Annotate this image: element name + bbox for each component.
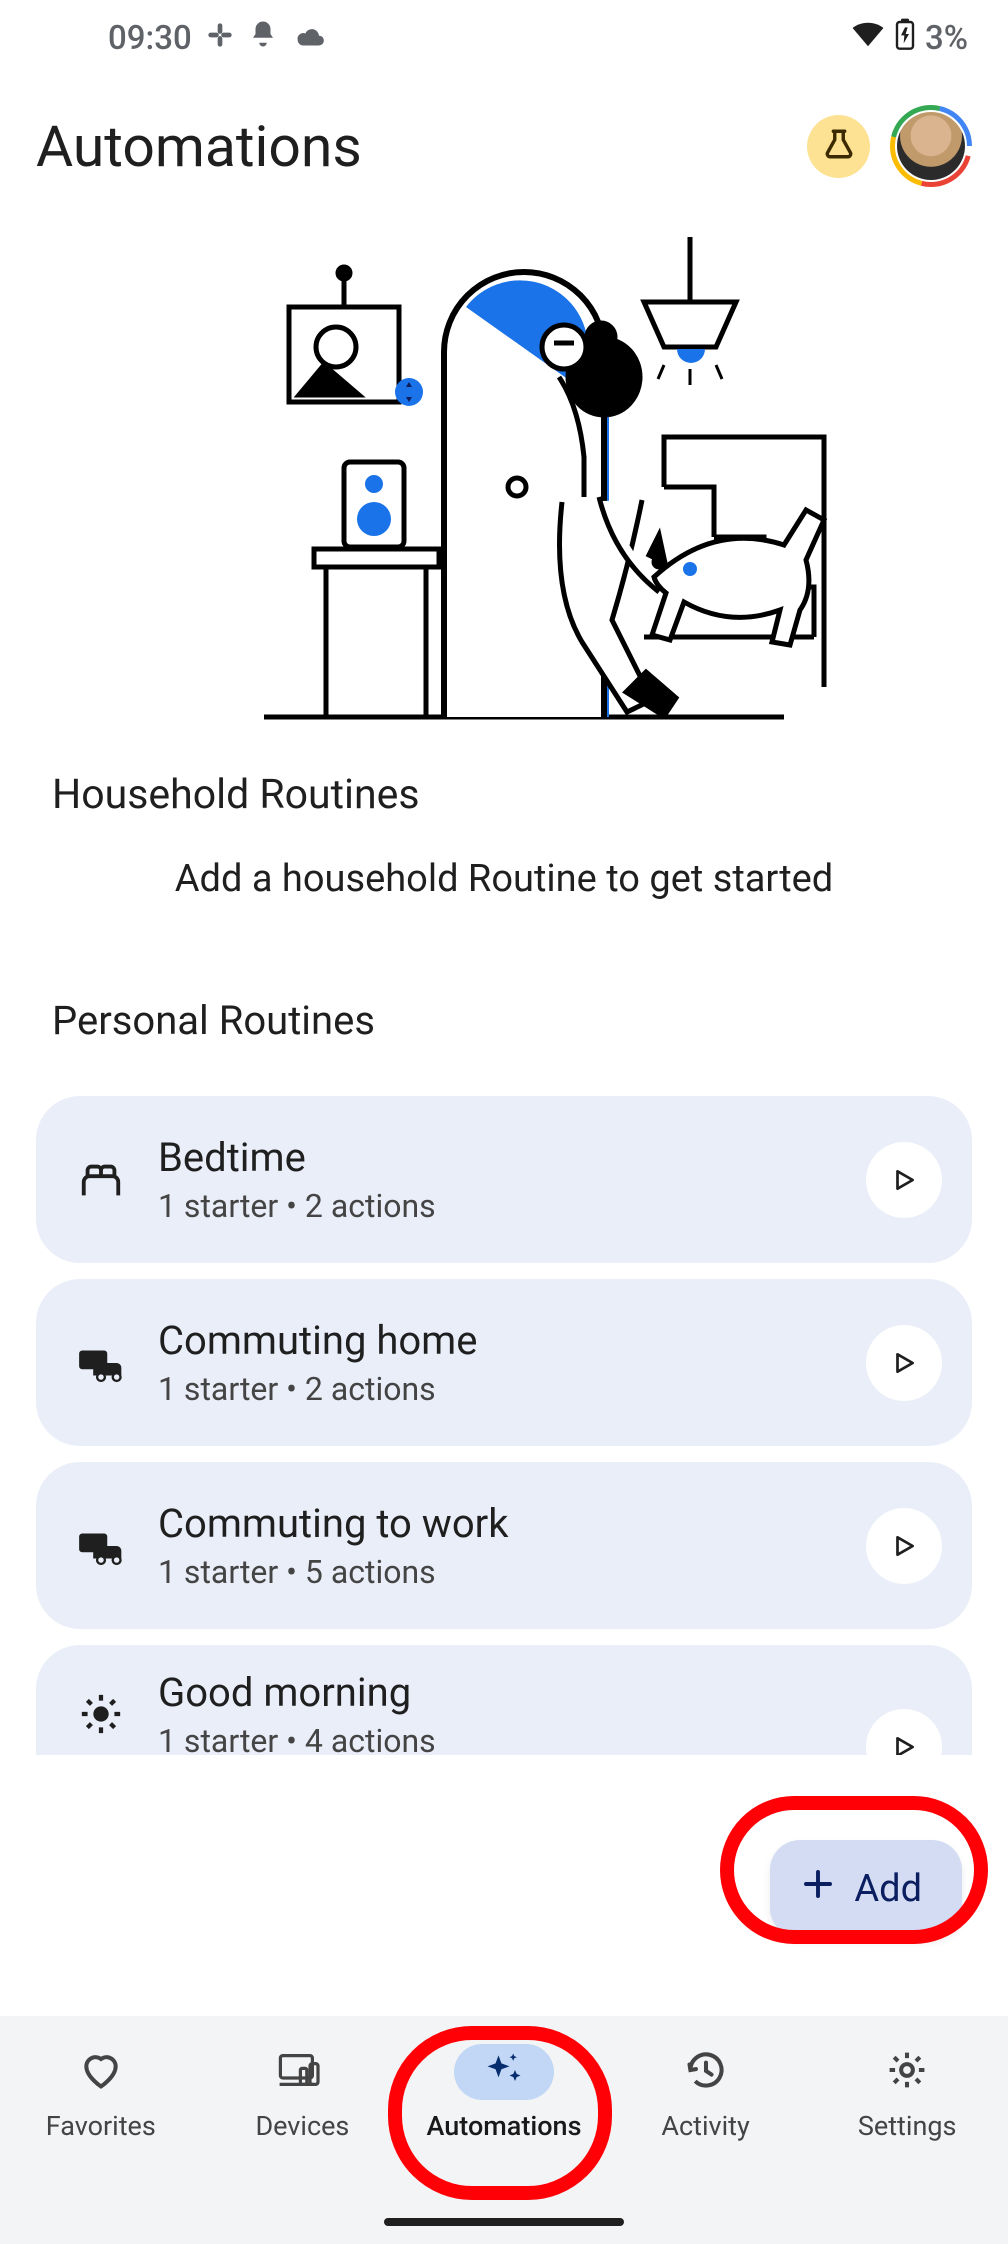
routine-subtitle: 1 starter • 5 actions [158, 1553, 866, 1591]
routine-subtitle: 1 starter • 2 actions [158, 1370, 866, 1408]
bed-icon [66, 1157, 136, 1203]
play-button[interactable] [866, 1508, 942, 1584]
page-title: Automations [36, 113, 807, 180]
bell-icon [248, 19, 278, 58]
status-left: 09:30 [108, 19, 326, 58]
plus-icon [800, 1866, 836, 1912]
fab-label: Add [854, 1867, 922, 1911]
nav-favorites[interactable]: Favorites [6, 2044, 196, 2142]
nav-devices[interactable]: Devices [207, 2044, 397, 2142]
bottom-nav: Favorites Devices Automations Activity S… [0, 2016, 1008, 2244]
nav-label: Settings [858, 2110, 957, 2142]
commute-icon [66, 1343, 136, 1383]
nav-label: Activity [661, 2110, 749, 2142]
sun-icon [66, 1691, 136, 1737]
nav-label: Automations [427, 2110, 582, 2142]
wifi-icon [851, 19, 885, 58]
nav-activity[interactable]: Activity [611, 2044, 801, 2142]
heart-icon [79, 2048, 123, 2096]
flask-icon [822, 127, 856, 165]
personal-section-title: Personal Routines [0, 991, 1008, 1080]
routine-title: Bedtime [158, 1134, 866, 1181]
battery-text: 3% [925, 19, 968, 58]
routine-card-bedtime[interactable]: Bedtime 1 starter • 2 actions [36, 1096, 972, 1263]
status-time: 09:30 [108, 19, 192, 58]
routine-title: Commuting to work [158, 1500, 866, 1547]
sparkle-icon [482, 2048, 526, 2096]
profile-avatar[interactable] [890, 105, 972, 187]
status-right: 3% [851, 18, 968, 59]
battery-icon [895, 18, 915, 59]
routine-card-commuting-work[interactable]: Commuting to work 1 starter • 5 actions [36, 1462, 972, 1629]
routine-card-good-morning[interactable]: Good morning 1 starter • 4 actions [36, 1645, 972, 1755]
gear-icon [885, 2048, 929, 2096]
nav-settings[interactable]: Settings [812, 2044, 1002, 2142]
header: Automations [0, 77, 1008, 197]
devices-icon [278, 2050, 326, 2094]
history-icon [684, 2048, 728, 2096]
play-button[interactable] [866, 1709, 942, 1755]
gesture-bar[interactable] [384, 2218, 624, 2226]
nav-label: Devices [255, 2110, 349, 2142]
household-section-title: Household Routines [0, 747, 1008, 829]
nav-label: Favorites [46, 2110, 156, 2142]
play-button[interactable] [866, 1325, 942, 1401]
routine-title: Commuting home [158, 1317, 866, 1364]
routine-subtitle: 1 starter • 4 actions [158, 1722, 866, 1756]
play-button[interactable] [866, 1142, 942, 1218]
add-fab[interactable]: Add [770, 1840, 962, 1938]
commute-icon [66, 1526, 136, 1566]
household-empty-text: Add a household Routine to get started [0, 829, 1008, 991]
labs-button[interactable] [807, 115, 870, 178]
cloud-icon [292, 19, 326, 58]
routine-subtitle: 1 starter • 2 actions [158, 1187, 866, 1225]
routine-title: Good morning [158, 1669, 866, 1716]
nav-automations[interactable]: Automations [409, 2044, 599, 2142]
routine-card-commuting-home[interactable]: Commuting home 1 starter • 2 actions [36, 1279, 972, 1446]
slack-icon [206, 19, 234, 58]
hero-illustration [154, 217, 854, 737]
status-bar: 09:30 3% [0, 0, 1008, 77]
